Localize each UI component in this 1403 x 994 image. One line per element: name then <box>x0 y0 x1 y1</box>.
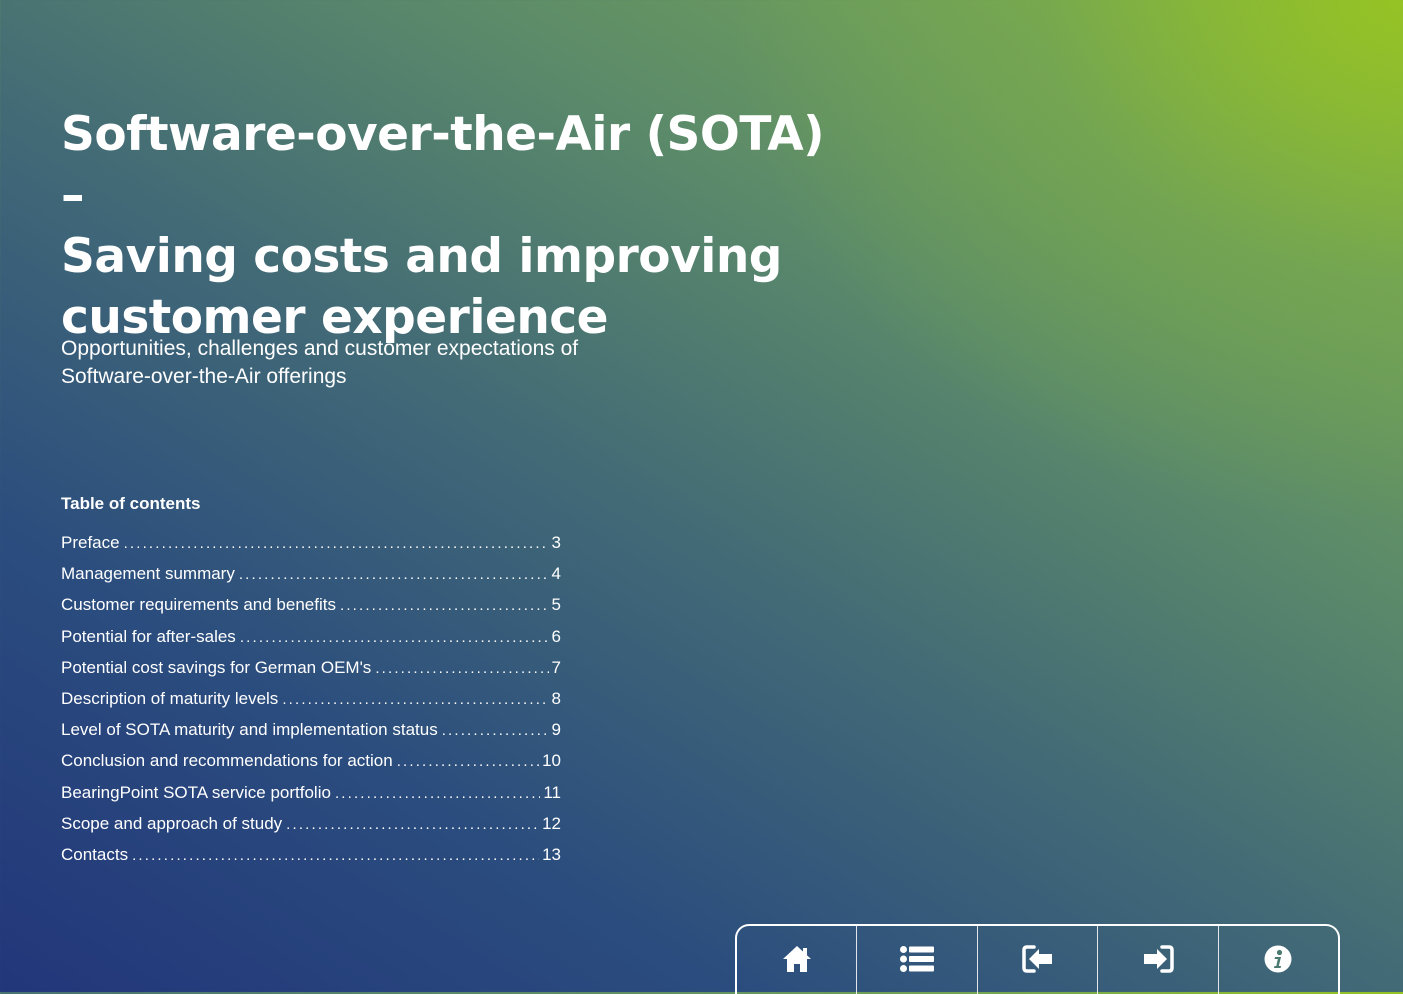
toc-item-label: Potential cost savings for German OEM's <box>61 657 372 677</box>
toc-leader-dots <box>442 722 549 739</box>
toc-item-page: 4 <box>551 564 561 584</box>
toc-leader-dots <box>375 660 548 677</box>
toc-item-label: Conclusion and recommendations for actio… <box>61 751 393 771</box>
toc-leader-dots <box>239 566 549 583</box>
toc-leader-dots <box>397 753 539 770</box>
toc-item-page: 8 <box>551 688 561 708</box>
toc-item-label: Preface <box>61 533 120 552</box>
toc-leader-dots <box>124 535 549 552</box>
toc-item-sota-maturity-status[interactable]: Level of SOTA maturity and implementatio… <box>61 720 561 751</box>
next-page-icon <box>1143 945 1174 973</box>
toc-leader-dots <box>335 785 540 802</box>
toc-item-service-portfolio[interactable]: BearingPoint SOTA service portfolio 11 <box>61 783 561 814</box>
toc-item-label: Description of maturity levels <box>61 688 279 708</box>
toc-item-maturity-levels[interactable]: Description of maturity levels 8 <box>61 689 561 720</box>
toc-item-label: BearingPoint SOTA service portfolio <box>61 782 331 802</box>
title-line-2: Saving costs and improving <box>61 229 782 284</box>
toc-item-management-summary[interactable]: Management summary 4 <box>61 564 561 595</box>
subtitle-line-2: Software-over-the-Air offerings <box>61 365 347 388</box>
navigation-bar <box>735 924 1340 994</box>
home-icon <box>782 946 811 972</box>
toc-item-page: 13 <box>542 844 561 864</box>
toc-item-customer-requirements[interactable]: Customer requirements and benefits 5 <box>61 595 561 626</box>
toc-leader-dots <box>282 691 548 708</box>
info-icon <box>1264 945 1292 973</box>
toc-item-label: Potential for after-sales <box>61 626 236 646</box>
toc-item-label: Management summary <box>61 564 235 584</box>
toc-item-after-sales[interactable]: Potential for after-sales 6 <box>61 627 561 658</box>
toc-item-conclusion[interactable]: Conclusion and recommendations for actio… <box>61 751 561 782</box>
subtitle-line-1: Opportunities, challenges and customer e… <box>61 337 579 360</box>
toc-item-label: Scope and approach of study <box>61 813 283 833</box>
toc-item-page: 10 <box>542 751 561 771</box>
toc-item-label: Customer requirements and benefits <box>61 595 336 615</box>
previous-page-icon <box>1021 945 1052 973</box>
toc-item-preface[interactable]: Preface 3 <box>61 533 561 564</box>
page-title: Software-over-the-Air (SOTA) – Saving co… <box>61 104 861 348</box>
next-page-button[interactable] <box>1098 926 1219 994</box>
contents-button[interactable] <box>857 926 978 994</box>
toc-item-page: 6 <box>551 626 561 646</box>
toc-item-label: Contacts <box>61 844 129 864</box>
toc-leader-dots <box>240 629 549 646</box>
toc-item-page: 5 <box>551 595 561 615</box>
toc-item-page: 3 <box>551 533 561 552</box>
info-button[interactable] <box>1219 926 1338 994</box>
table-of-contents: Preface 3 Management summary 4 Customer … <box>61 533 561 876</box>
toc-item-label: Level of SOTA maturity and implementatio… <box>61 720 438 740</box>
toc-leader-dots <box>340 597 549 614</box>
list-icon <box>900 946 935 972</box>
toc-item-scope-approach[interactable]: Scope and approach of study 12 <box>61 814 561 845</box>
toc-item-page: 12 <box>542 813 561 833</box>
subtitle: Opportunities, challenges and customer e… <box>61 335 621 391</box>
title-line-1: Software-over-the-Air (SOTA) – <box>61 107 825 223</box>
toc-leader-dots <box>132 847 539 864</box>
home-button[interactable] <box>737 926 858 994</box>
toc-heading: Table of contents <box>61 494 201 513</box>
previous-page-button[interactable] <box>978 926 1099 994</box>
toc-item-page: 11 <box>543 782 561 802</box>
toc-leader-dots <box>286 816 539 833</box>
toc-item-cost-savings[interactable]: Potential cost savings for German OEM's … <box>61 658 561 689</box>
toc-item-contacts[interactable]: Contacts 13 <box>61 845 561 876</box>
toc-item-page: 9 <box>551 720 561 740</box>
toc-item-page: 7 <box>551 657 561 677</box>
